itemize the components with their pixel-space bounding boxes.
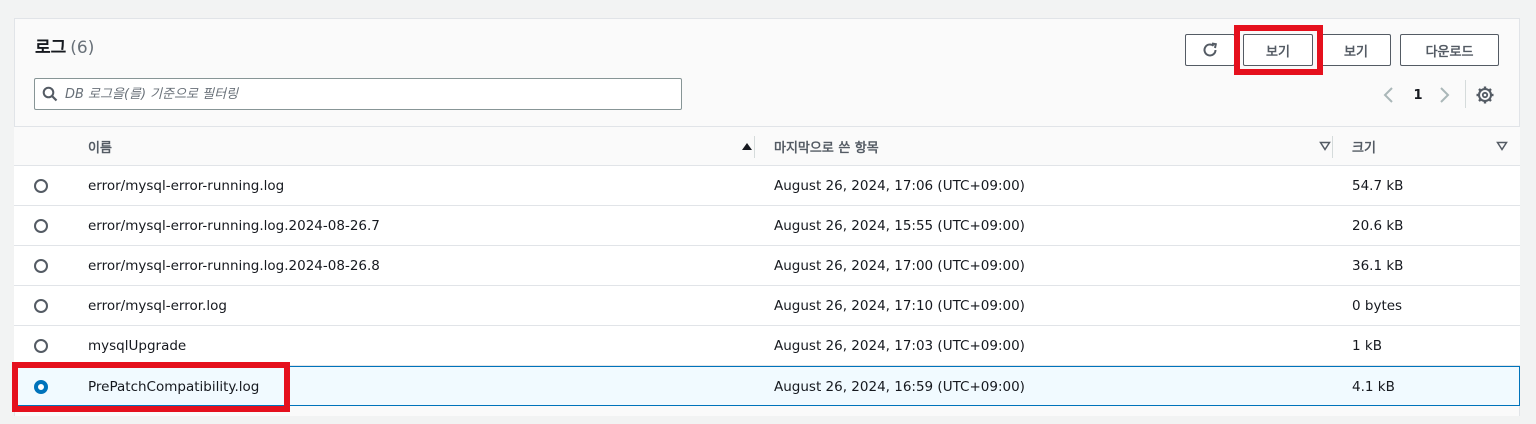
row-radio[interactable] bbox=[34, 339, 48, 353]
view-button[interactable]: 보기 bbox=[1321, 34, 1391, 66]
log-count: (6) bbox=[70, 38, 95, 58]
table-row[interactable]: mysqlUpgrade August 26, 2024, 17:03 (UTC… bbox=[14, 326, 1520, 366]
log-last-written: August 26, 2024, 15:55 (UTC+09:00) bbox=[774, 218, 1025, 234]
log-last-written: August 26, 2024, 16:59 (UTC+09:00) bbox=[774, 379, 1025, 395]
search-icon bbox=[35, 86, 65, 102]
preferences-button[interactable] bbox=[1475, 83, 1495, 107]
sort-descending-icon bbox=[1319, 141, 1331, 151]
refresh-icon bbox=[1203, 42, 1217, 57]
row-radio[interactable] bbox=[34, 219, 48, 233]
log-size: 1 kB bbox=[1352, 338, 1382, 354]
log-name: mysqlUpgrade bbox=[88, 338, 187, 354]
column-divider bbox=[1332, 136, 1333, 158]
log-size: 36.1 kB bbox=[1352, 258, 1404, 274]
column-label-size: 크기 bbox=[1352, 140, 1376, 156]
log-size: 20.6 kB bbox=[1352, 218, 1404, 234]
table-row[interactable]: error/mysql-error-running.log.2024-08-26… bbox=[14, 206, 1520, 246]
refresh-button[interactable] bbox=[1185, 34, 1235, 66]
row-radio[interactable] bbox=[34, 259, 48, 273]
highlight-box-selected-log bbox=[12, 362, 290, 412]
next-page-button[interactable] bbox=[1437, 83, 1451, 107]
column-divider bbox=[754, 136, 755, 158]
sort-descending-icon bbox=[1496, 141, 1508, 151]
log-last-written: August 26, 2024, 17:10 (UTC+09:00) bbox=[774, 298, 1025, 314]
log-last-written: August 26, 2024, 17:06 (UTC+09:00) bbox=[774, 178, 1025, 194]
log-name: error/mysql-error-running.log.2024-08-26… bbox=[88, 218, 380, 234]
chevron-right-icon bbox=[1440, 87, 1450, 103]
log-last-written: August 26, 2024, 17:00 (UTC+09:00) bbox=[774, 258, 1025, 274]
column-label-last-written: 마지막으로 쓴 항목 bbox=[774, 140, 879, 156]
title-text: 로그 bbox=[35, 38, 67, 58]
chevron-left-icon bbox=[1383, 87, 1393, 103]
table-row[interactable]: error/mysql-error-running.log.2024-08-26… bbox=[14, 246, 1520, 286]
log-size: 0 bytes bbox=[1352, 298, 1403, 314]
download-button[interactable]: 다운로드 bbox=[1400, 34, 1499, 66]
page-number[interactable]: 1 bbox=[1410, 83, 1426, 107]
gear-icon bbox=[1476, 86, 1494, 104]
search-field[interactable] bbox=[34, 78, 682, 110]
pagination-divider bbox=[1465, 80, 1466, 108]
log-last-written: August 26, 2024, 17:03 (UTC+09:00) bbox=[774, 338, 1025, 354]
table-header: 이름 마지막으로 쓴 항목 크기 bbox=[14, 126, 1520, 166]
table-row[interactable]: error/mysql-error.log August 26, 2024, 1… bbox=[14, 286, 1520, 326]
search-input[interactable] bbox=[65, 86, 665, 102]
log-name: error/mysql-error-running.log.2024-08-26… bbox=[88, 258, 380, 274]
page-title: 로그 (6) bbox=[35, 37, 94, 59]
highlight-box-view-button bbox=[1234, 25, 1323, 75]
table-row[interactable]: error/mysql-error-running.log August 26,… bbox=[14, 166, 1520, 206]
column-header-size[interactable]: 크기 bbox=[1352, 127, 1508, 165]
log-size: 54.7 kB bbox=[1352, 178, 1404, 194]
previous-page-button[interactable] bbox=[1382, 83, 1396, 107]
column-label-name: 이름 bbox=[88, 140, 112, 156]
log-size: 4.1 kB bbox=[1352, 379, 1395, 395]
row-radio[interactable] bbox=[34, 179, 48, 193]
column-header-name[interactable]: 이름 bbox=[88, 127, 753, 165]
log-name: error/mysql-error.log bbox=[88, 298, 227, 314]
row-radio[interactable] bbox=[34, 299, 48, 313]
sort-ascending-icon bbox=[741, 141, 753, 151]
log-name: error/mysql-error-running.log bbox=[88, 178, 285, 194]
column-header-last-written[interactable]: 마지막으로 쓴 항목 bbox=[774, 127, 1331, 165]
